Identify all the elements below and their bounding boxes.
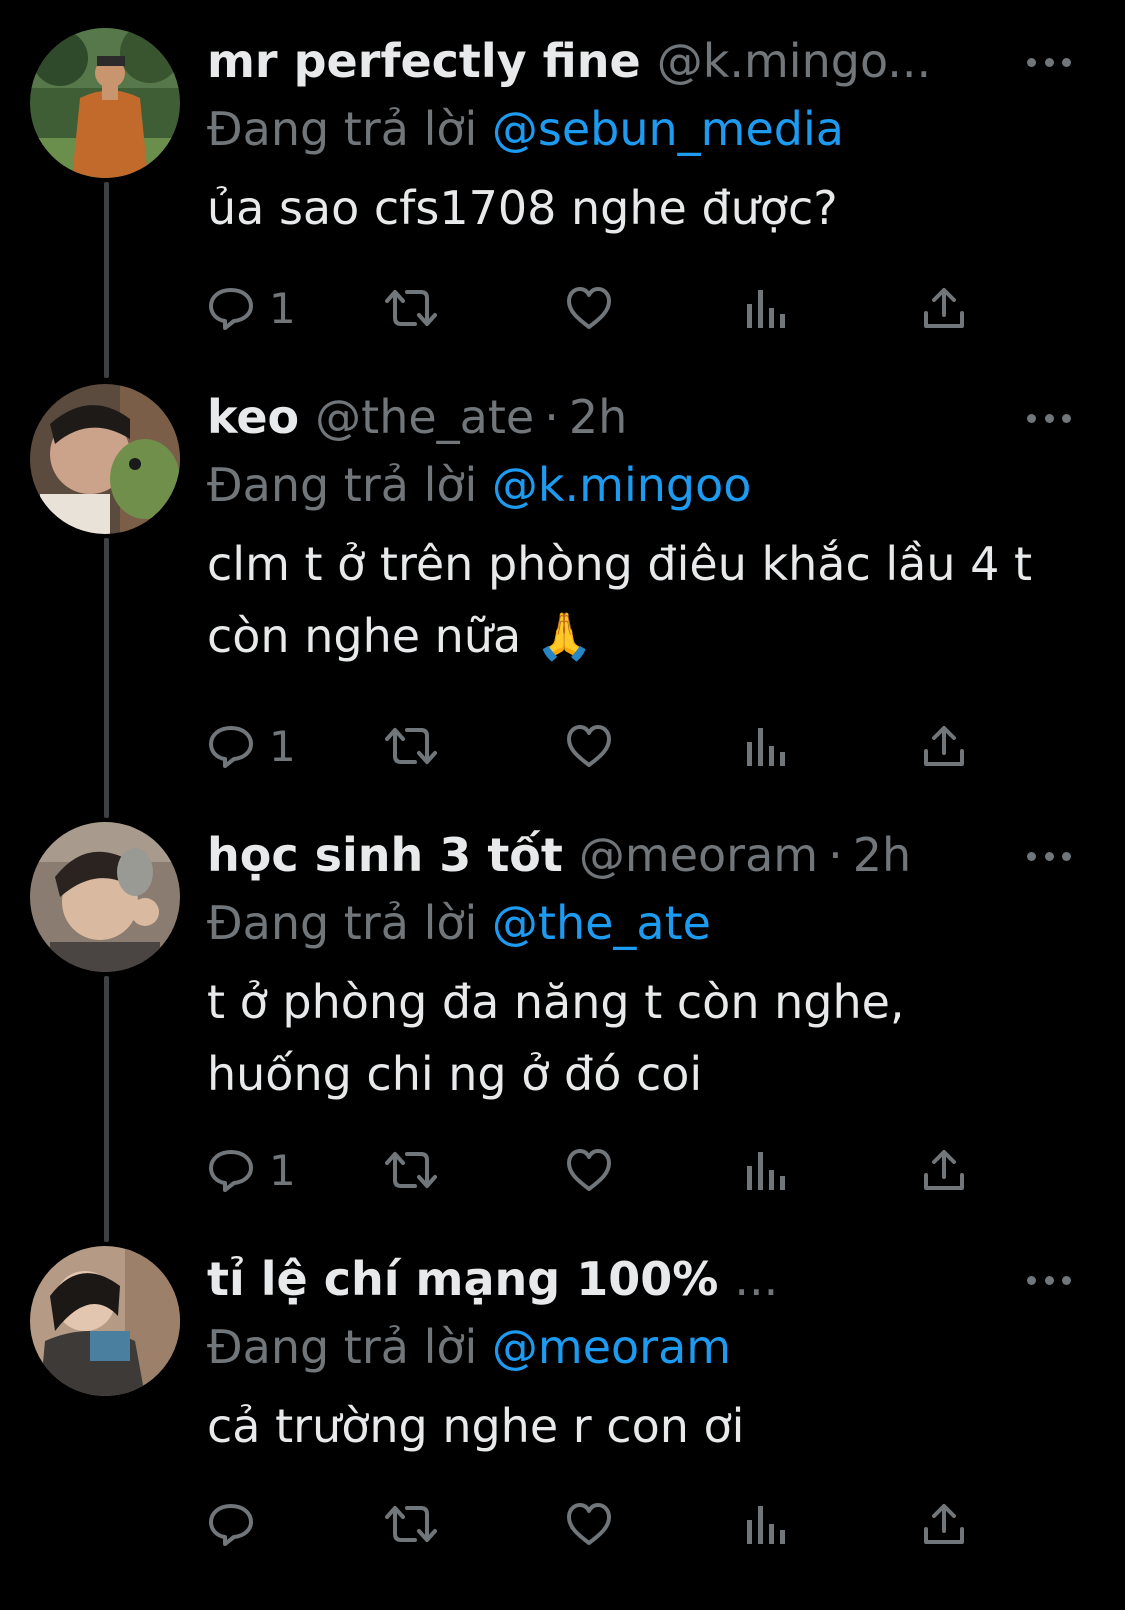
more-options-icon[interactable] <box>1027 410 1071 426</box>
like-button[interactable] <box>565 1140 613 1200</box>
replying-to-label: Đang trả lời <box>207 896 478 950</box>
reply-button[interactable] <box>207 1494 269 1554</box>
reply-count: 1 <box>269 283 296 333</box>
retweet-arrows-icon <box>385 290 437 326</box>
share-upload-icon <box>924 288 964 328</box>
retweet-button[interactable] <box>385 1140 437 1200</box>
separator: · <box>828 828 843 882</box>
timestamp[interactable]: 2h <box>853 828 911 882</box>
views-button[interactable] <box>745 1140 787 1200</box>
speech-bubble-icon <box>209 1504 253 1546</box>
replying-to-label: Đang trả lời <box>207 458 478 512</box>
like-button[interactable] <box>565 278 613 338</box>
speech-bubble-icon <box>209 1150 253 1192</box>
tweet[interactable]: mr perfectly fine @k.mingo... Đang trả l… <box>0 0 1125 370</box>
bar-chart-icon <box>747 1506 785 1544</box>
replying-to: Đang trả lời @meoram <box>207 1314 1075 1380</box>
mention-link[interactable]: @sebun_media <box>492 102 844 156</box>
avatar[interactable] <box>30 28 180 178</box>
speech-bubble-icon <box>209 288 253 330</box>
avatar[interactable] <box>30 822 180 972</box>
display-name[interactable]: học sinh 3 tốt <box>207 828 563 882</box>
retweet-arrows-icon <box>385 1506 437 1542</box>
share-button[interactable] <box>921 1494 967 1554</box>
share-upload-icon <box>924 1150 964 1190</box>
heart-icon <box>567 725 611 767</box>
tweet-text: cả trường nghe r con ơi <box>207 1399 745 1453</box>
display-name[interactable]: mr perfectly fine <box>207 34 641 88</box>
views-button[interactable] <box>745 716 787 776</box>
bar-chart-icon <box>747 1152 785 1190</box>
bar-chart-icon <box>747 290 785 328</box>
avatar[interactable] <box>30 1246 180 1396</box>
share-upload-icon <box>924 1504 964 1544</box>
reply-button[interactable]: 1 <box>207 1140 296 1200</box>
heart-icon <box>567 287 611 329</box>
action-bar: 1 <box>207 1140 1007 1200</box>
more-options-icon[interactable] <box>1027 54 1071 70</box>
more-options-icon[interactable] <box>1027 1272 1071 1288</box>
tweet[interactable]: keo @the_ate · 2h Đang trả lời @k.mingoo… <box>0 370 1125 810</box>
reply-count: 1 <box>269 1145 296 1195</box>
user-handle[interactable]: @k.mingo... <box>657 34 931 88</box>
views-button[interactable] <box>745 278 787 338</box>
tweet-header: mr perfectly fine @k.mingo... <box>207 26 1075 96</box>
display-name[interactable]: tỉ lệ chí mạng 100% <box>207 1252 718 1306</box>
share-button[interactable] <box>921 1140 967 1200</box>
action-bar <box>207 1494 1007 1554</box>
avatar[interactable] <box>30 384 180 534</box>
replying-to: Đang trả lời @k.mingoo <box>207 452 1075 518</box>
action-bar: 1 <box>207 278 1007 338</box>
user-handle[interactable]: @meoram <box>579 828 818 882</box>
user-handle[interactable]: ... <box>734 1252 778 1306</box>
reply-button[interactable]: 1 <box>207 278 296 338</box>
mention-link[interactable]: @the_ate <box>492 896 711 950</box>
replying-to: Đang trả lời @the_ate <box>207 890 1075 956</box>
tweet[interactable]: tỉ lệ chí mạng 100% ... Đang trả lời @me… <box>0 1240 1125 1610</box>
reply-count: 1 <box>269 721 296 771</box>
replying-to: Đang trả lời @sebun_media <box>207 96 1075 162</box>
tweet-header: học sinh 3 tốt @meoram · 2h <box>207 820 1075 890</box>
bar-chart-icon <box>747 728 785 766</box>
like-button[interactable] <box>565 716 613 776</box>
more-options-icon[interactable] <box>1027 848 1071 864</box>
like-button[interactable] <box>565 1494 613 1554</box>
tweet-text: clm t ở trên phòng điêu khắc lầu 4 t còn… <box>207 537 1047 663</box>
replying-to-label: Đang trả lời <box>207 1320 478 1374</box>
action-bar: 1 <box>207 716 1007 776</box>
heart-icon <box>567 1149 611 1191</box>
replying-to-label: Đang trả lời <box>207 102 478 156</box>
mention-link[interactable]: @meoram <box>492 1320 731 1374</box>
tweet-text: ủa sao cfs1708 nghe được? <box>207 181 838 235</box>
timestamp[interactable]: 2h <box>569 390 627 444</box>
separator: · <box>544 390 559 444</box>
user-handle[interactable]: @the_ate <box>315 390 534 444</box>
retweet-button[interactable] <box>385 1494 437 1554</box>
retweet-arrows-icon <box>385 1152 437 1188</box>
share-upload-icon <box>924 726 964 766</box>
tweet-text: t ở phòng đa năng t còn nghe, huống chi … <box>207 975 905 1101</box>
reply-button[interactable]: 1 <box>207 716 296 776</box>
speech-bubble-icon <box>209 726 253 768</box>
views-button[interactable] <box>745 1494 787 1554</box>
retweet-button[interactable] <box>385 716 437 776</box>
heart-icon <box>567 1503 611 1545</box>
retweet-button[interactable] <box>385 278 437 338</box>
tweet-header: keo @the_ate · 2h <box>207 382 1075 452</box>
tweet[interactable]: học sinh 3 tốt @meoram · 2h Đang trả lời… <box>0 810 1125 1240</box>
display-name[interactable]: keo <box>207 390 299 444</box>
thread: mr perfectly fine @k.mingo... Đang trả l… <box>0 0 1125 1610</box>
tweet-header: tỉ lệ chí mạng 100% ... <box>207 1244 1075 1314</box>
mention-link[interactable]: @k.mingoo <box>492 458 752 512</box>
retweet-arrows-icon <box>385 728 437 764</box>
share-button[interactable] <box>921 278 967 338</box>
share-button[interactable] <box>921 716 967 776</box>
